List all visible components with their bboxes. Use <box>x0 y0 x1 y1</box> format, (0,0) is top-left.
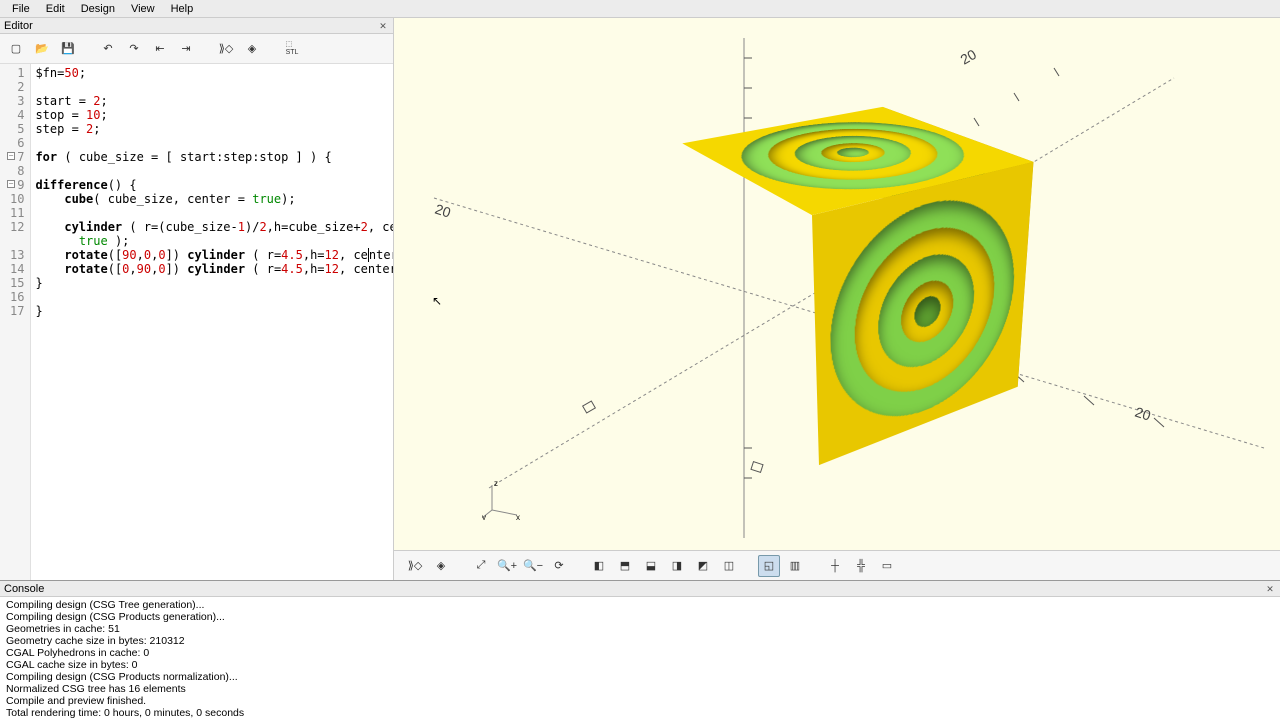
console-line: Compile and preview finished. <box>6 695 1274 707</box>
new-file-icon[interactable]: ▢ <box>6 39 26 59</box>
svg-text:20: 20 <box>1133 404 1153 424</box>
zoom-out-icon[interactable]: 🔍− <box>522 555 544 577</box>
save-file-icon[interactable]: 💾 <box>58 39 78 59</box>
console-close-icon[interactable]: ✕ <box>1264 583 1276 595</box>
svg-text:z: z <box>494 480 498 488</box>
svg-text:x: x <box>516 513 520 520</box>
console-panel-header: Console ✕ <box>0 581 1280 597</box>
menu-view[interactable]: View <box>123 3 163 15</box>
unindent-icon[interactable]: ⇤ <box>150 39 170 59</box>
menu-file[interactable]: File <box>4 3 38 15</box>
open-file-icon[interactable]: 📂 <box>32 39 52 59</box>
svg-text:20: 20 <box>958 46 980 68</box>
view-left-icon[interactable]: ◨ <box>666 555 688 577</box>
zoom-in-icon[interactable]: 🔍+ <box>496 555 518 577</box>
menu-help[interactable]: Help <box>163 3 202 15</box>
viewer-toolbar: ⟫◇ ◈ ⤢ 🔍+ 🔍− ⟳ ◧ ⬒ ⬓ ◨ ◩ ◫ ◱ ▥ ┼ ╬ ▭ <box>394 550 1280 580</box>
export-stl-icon[interactable]: ⬚STL <box>282 39 302 59</box>
preview-icon[interactable]: ⟫◇ <box>216 39 236 59</box>
reset-view-icon[interactable]: ⟳ <box>548 555 570 577</box>
console-line: Compiling design (CSG Products generatio… <box>6 611 1274 623</box>
console-line: CGAL cache size in bytes: 0 <box>6 659 1274 671</box>
console-line: Compiling design (CSG Tree generation)..… <box>6 599 1274 611</box>
console-output[interactable]: Compiling design (CSG Tree generation)..… <box>0 597 1280 720</box>
show-axes-icon[interactable]: ┼ <box>824 555 846 577</box>
editor-toolbar: ▢ 📂 💾 ↶ ↷ ⇤ ⇥ ⟫◇ ◈ ⬚STL <box>0 34 393 64</box>
console-line: Geometries in cache: 51 <box>6 623 1274 635</box>
view-bottom-icon[interactable]: ⬓ <box>640 555 662 577</box>
3d-viewport[interactable]: 20 20 20 z x y <box>394 18 1280 550</box>
console-line: Geometry cache size in bytes: 210312 <box>6 635 1274 647</box>
view-all-icon[interactable]: ⤢ <box>470 555 492 577</box>
viewer-pane: 20 20 20 z x y <box>394 18 1280 580</box>
editor-close-icon[interactable]: ✕ <box>377 20 389 32</box>
mouse-cursor-icon: ↖ <box>432 294 442 308</box>
code-editor[interactable]: 1234567−89−1011121314151617 $fn=50; star… <box>0 64 393 580</box>
view-top-icon[interactable]: ⬒ <box>614 555 636 577</box>
console-line: Total rendering time: 0 hours, 0 minutes… <box>6 707 1274 719</box>
indent-icon[interactable]: ⇥ <box>176 39 196 59</box>
ortho-icon[interactable]: ▥ <box>784 555 806 577</box>
console-line: Normalized CSG tree has 16 elements <box>6 683 1274 695</box>
menu-edit[interactable]: Edit <box>38 3 73 15</box>
console-line: Compiling design (CSG Products normaliza… <box>6 671 1274 683</box>
perspective-icon[interactable]: ◱ <box>758 555 780 577</box>
view-diag-icon[interactable]: ◩ <box>692 555 714 577</box>
menubar: File Edit Design View Help <box>0 0 1280 18</box>
show-scale-icon[interactable]: ╬ <box>850 555 872 577</box>
render-btn-icon[interactable]: ◈ <box>430 555 452 577</box>
rendered-model <box>734 148 1014 428</box>
editor-title: Editor <box>4 20 33 32</box>
menu-design[interactable]: Design <box>73 3 123 15</box>
svg-text:20: 20 <box>433 201 453 221</box>
axis-indicator: z x y <box>482 480 522 522</box>
view-right-icon[interactable]: ◧ <box>588 555 610 577</box>
render-icon[interactable]: ◈ <box>242 39 262 59</box>
console-pane: Console ✕ Compiling design (CSG Tree gen… <box>0 580 1280 720</box>
editor-panel-header: Editor ✕ <box>0 18 393 34</box>
console-title: Console <box>4 583 44 595</box>
undo-icon[interactable]: ↶ <box>98 39 118 59</box>
show-edges-icon[interactable]: ▭ <box>876 555 898 577</box>
preview-btn-icon[interactable]: ⟫◇ <box>404 555 426 577</box>
console-line: CGAL Polyhedrons in cache: 0 <box>6 647 1274 659</box>
view-center-icon[interactable]: ◫ <box>718 555 740 577</box>
editor-pane: Editor ✕ ▢ 📂 💾 ↶ ↷ ⇤ ⇥ ⟫◇ ◈ ⬚STL 1234567… <box>0 18 394 580</box>
svg-text:y: y <box>482 513 486 520</box>
redo-icon[interactable]: ↷ <box>124 39 144 59</box>
